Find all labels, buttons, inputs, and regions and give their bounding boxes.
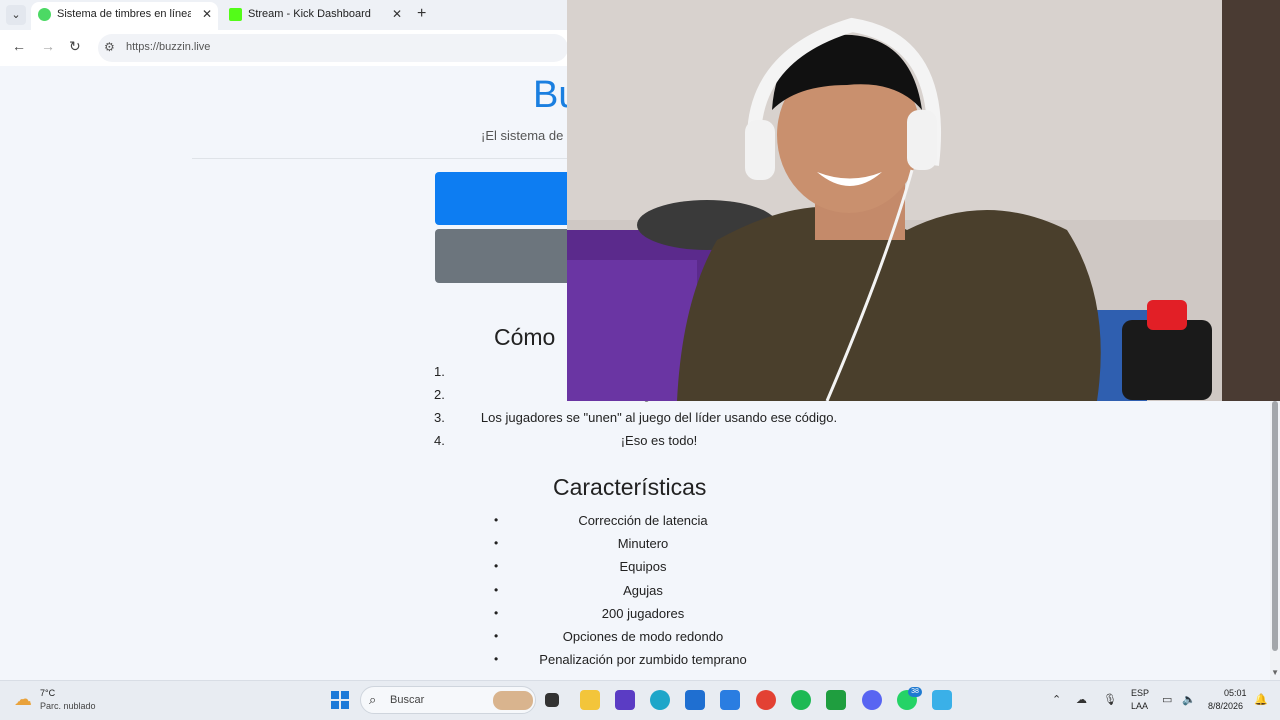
network-icon[interactable]: ▭ bbox=[1162, 693, 1172, 706]
clock-time[interactable]: 05:01 bbox=[1224, 688, 1247, 698]
weather-cloud-sun-icon[interactable]: ☁ bbox=[14, 689, 32, 710]
step-number: 1. bbox=[434, 364, 445, 379]
scroll-down-icon[interactable]: ▼ bbox=[1271, 668, 1279, 677]
bullet-icon: • bbox=[494, 652, 499, 667]
forward-arrow-icon[interactable]: → bbox=[41, 38, 55, 54]
kick-app-icon[interactable] bbox=[826, 690, 846, 710]
weather-temperature[interactable]: 7°C bbox=[40, 688, 55, 698]
notepad-icon[interactable] bbox=[932, 690, 952, 710]
bullet-icon: • bbox=[494, 628, 499, 643]
feature-text: Equipos bbox=[619, 559, 667, 575]
list-item: • Agujas bbox=[490, 580, 796, 603]
feature-text: Opciones de modo redondo bbox=[562, 628, 724, 644]
list-item: • Equipos bbox=[490, 556, 796, 579]
back-arrow-icon[interactable]: ← bbox=[12, 38, 26, 54]
webcam-illustration bbox=[567, 0, 1280, 401]
search-icon: ⌕ bbox=[369, 692, 377, 707]
bullet-icon: • bbox=[494, 513, 499, 527]
bullet-icon: • bbox=[494, 605, 499, 620]
start-tile bbox=[341, 691, 349, 699]
chrome-browser-icon[interactable] bbox=[756, 690, 776, 710]
volume-icon[interactable]: 🔈 bbox=[1182, 693, 1196, 706]
step-number: 4. bbox=[434, 433, 445, 448]
edge-browser-icon[interactable] bbox=[650, 690, 670, 710]
microphone-icon[interactable]: 🎙 bbox=[1103, 693, 1117, 706]
buzzin-favicon-icon bbox=[38, 8, 51, 21]
new-tab-button[interactable]: + bbox=[417, 5, 426, 23]
tab-title: Stream - Kick Dashboard bbox=[248, 8, 371, 20]
webcam-overlay bbox=[567, 0, 1280, 401]
language-indicator[interactable]: ESP bbox=[1131, 688, 1149, 698]
features-heading: Características bbox=[553, 474, 707, 500]
how-it-works-heading: Cómo bbox=[494, 324, 556, 350]
weather-description[interactable]: Parc. nublado bbox=[40, 701, 96, 711]
clock-date[interactable]: 8/8/2026 bbox=[1208, 701, 1243, 711]
bullet-icon: • bbox=[494, 536, 499, 551]
site-tagline: ¡El sistema de bbox=[481, 128, 564, 143]
discord-icon[interactable] bbox=[862, 690, 882, 710]
outlook-icon[interactable] bbox=[720, 690, 740, 710]
step-number: 2. bbox=[434, 387, 445, 402]
list-item: • Corrección de latencia bbox=[490, 510, 796, 533]
list-item: • Opciones de modo redondo bbox=[490, 626, 796, 649]
start-tile bbox=[331, 691, 339, 699]
list-item: • Minutero bbox=[490, 533, 796, 556]
search-placeholder: Buscar bbox=[390, 694, 425, 706]
list-item: 4. ¡Eso es todo! bbox=[434, 431, 884, 454]
search-highlight-image bbox=[493, 691, 533, 710]
task-view-icon[interactable] bbox=[545, 693, 559, 707]
feature-text: Penalización por zumbido temprano bbox=[539, 652, 747, 668]
file-explorer-icon[interactable] bbox=[580, 690, 600, 710]
tab-kick-dashboard[interactable]: Stream - Kick Dashboard ✕ bbox=[222, 2, 408, 30]
whatsapp-badge: 38 bbox=[908, 687, 922, 697]
spotify-icon[interactable] bbox=[791, 690, 811, 710]
divider bbox=[192, 158, 592, 159]
feature-text: 200 jugadores bbox=[601, 605, 685, 621]
feature-text: Corrección de latencia bbox=[578, 513, 708, 528]
tab-buzzin[interactable]: Sistema de timbres en línea Buzzin ✕ bbox=[31, 2, 218, 30]
tab-search-dropdown-icon[interactable]: ⌄ bbox=[6, 5, 26, 25]
taskbar-search-box[interactable]: ⌕ Buscar bbox=[360, 686, 536, 714]
notification-bell-icon[interactable]: 🔔 bbox=[1254, 693, 1268, 706]
list-item: • Penalización por zumbido temprano bbox=[490, 649, 796, 672]
tab-title: Sistema de timbres en línea Buzzin bbox=[57, 8, 191, 20]
windows-start-icon[interactable] bbox=[331, 691, 349, 709]
reload-icon[interactable]: ↻ bbox=[69, 38, 81, 55]
step-number: 3. bbox=[434, 410, 445, 425]
address-bar[interactable]: ⚙ https://buzzin.live bbox=[98, 34, 568, 62]
onedrive-cloud-icon[interactable]: ☁ bbox=[1076, 693, 1087, 706]
bullet-icon: • bbox=[494, 559, 499, 574]
list-item: • 200 jugadores bbox=[490, 603, 796, 626]
close-tab-icon[interactable]: ✕ bbox=[202, 2, 212, 26]
bullet-icon: • bbox=[494, 582, 499, 597]
url-text: https://buzzin.live bbox=[126, 41, 211, 53]
taskbar: ☁ 7°C Parc. nublado ⌕ Buscar 38 ⌃ ☁ 🎙 ES… bbox=[0, 680, 1280, 720]
show-hidden-icons-chevron-up-icon[interactable]: ⌃ bbox=[1052, 693, 1061, 706]
keyboard-layout-indicator[interactable]: LAA bbox=[1131, 701, 1148, 711]
step-text: ¡Eso es todo! bbox=[620, 433, 698, 448]
scrollbar-thumb[interactable] bbox=[1272, 401, 1278, 651]
feature-text: Minutero bbox=[617, 536, 669, 552]
kick-favicon-icon bbox=[229, 8, 242, 21]
feature-text: Agujas bbox=[623, 582, 663, 598]
site-settings-icon[interactable]: ⚙ bbox=[104, 40, 115, 54]
start-tile bbox=[331, 701, 339, 709]
copilot-app-icon[interactable] bbox=[615, 690, 635, 710]
list-item: 3. Los jugadores se "unen" al juego del l… bbox=[434, 408, 884, 431]
microsoft-store-icon[interactable] bbox=[685, 690, 705, 710]
start-tile bbox=[341, 701, 349, 709]
close-tab-icon[interactable]: ✕ bbox=[392, 2, 402, 26]
step-text: Los jugadores se "unen" al juego del líd… bbox=[480, 410, 838, 425]
features-list: • Corrección de latencia • Minutero • Equip… bbox=[490, 510, 796, 672]
